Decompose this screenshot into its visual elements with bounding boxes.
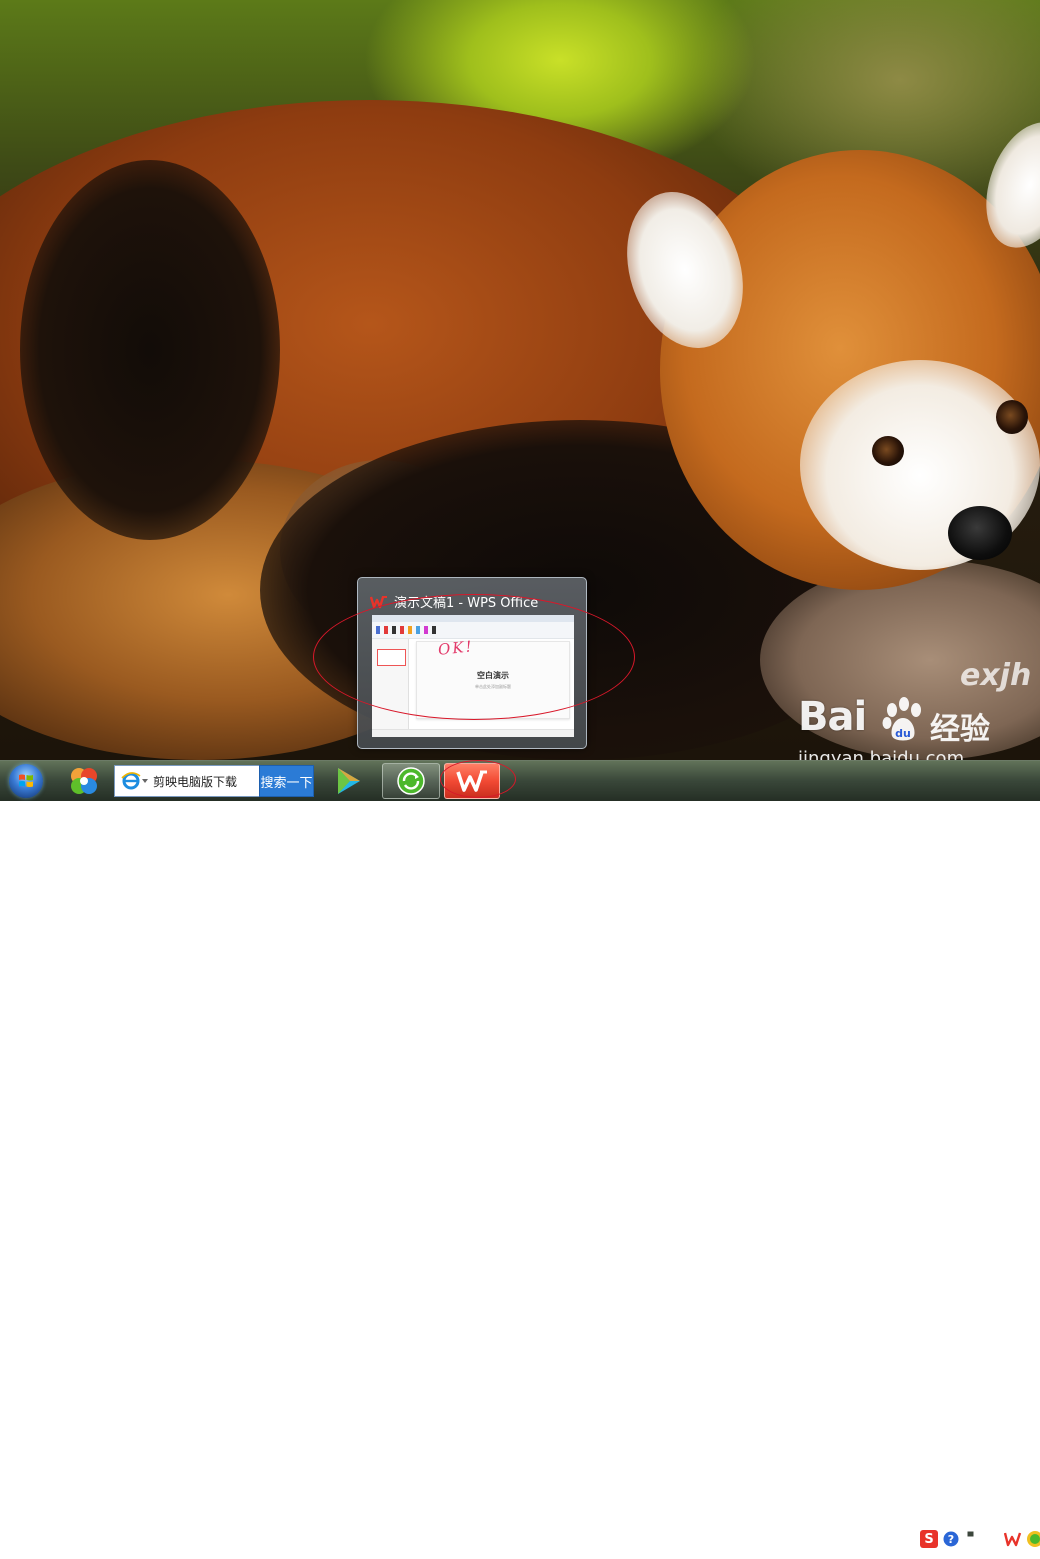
wps-office-icon: [456, 770, 487, 792]
wps-window-preview[interactable]: 演示文稿1 - WPS Office 空白演示 单击此处添加副标题 OK!: [357, 577, 587, 749]
handwritten-annotation: OK!: [437, 637, 475, 659]
search-input-value: 剪映电脑版下载: [153, 774, 238, 789]
preview-title: 演示文稿1 - WPS Office: [394, 596, 539, 611]
baidu-paw-icon: du: [878, 696, 928, 750]
thumb-tool-icon: [408, 626, 412, 634]
watermark-jingyan: 经验: [930, 712, 990, 747]
play-video-app-icon: [338, 768, 360, 794]
thumb-tool-icon: [416, 626, 420, 634]
thumb-slide-panel: [372, 639, 409, 729]
pinwheel-app-icon: [71, 768, 97, 794]
wps-office-icon: [370, 595, 387, 608]
thumb-toolbar: [372, 622, 574, 639]
sogou-input-icon[interactable]: S: [920, 1530, 938, 1548]
watermark-paw-text: du: [895, 727, 911, 740]
green-tray-icon[interactable]: [1026, 1530, 1040, 1548]
watermark-logo: Bai: [798, 694, 867, 740]
green-app-taskbar-button[interactable]: [382, 763, 440, 799]
thumb-tool-icon: [432, 626, 436, 634]
thumb-slide-1: [377, 649, 406, 666]
pinwheel-app-button[interactable]: [62, 763, 106, 799]
restore-window-icon[interactable]: [966, 1527, 978, 1539]
ie-browser-icon: [121, 772, 141, 790]
search-button[interactable]: 搜索一下: [259, 765, 314, 797]
thumb-tool-icon: [384, 626, 388, 634]
preview-header: 演示文稿1 - WPS Office: [370, 592, 538, 611]
thumb-slide-subtitle: 单击此处添加副标题: [475, 684, 511, 689]
thumb-tabbar: [372, 615, 574, 622]
search-input[interactable]: 剪映电脑版下载: [114, 765, 260, 797]
thumb-slide-title: 空白演示: [477, 671, 509, 680]
wps-office-taskbar-button[interactable]: [444, 763, 500, 799]
help-icon[interactable]: ?: [942, 1530, 960, 1548]
wallpaper-left-eye: [872, 436, 904, 466]
show-hidden-icons-arrow-icon[interactable]: [986, 1534, 996, 1544]
dropdown-arrow-icon: [142, 779, 148, 783]
thumb-tool-icon: [376, 626, 380, 634]
video-app-button[interactable]: [326, 763, 370, 799]
thumb-tool-icon: [392, 626, 396, 634]
wallpaper-right-eye: [996, 400, 1028, 434]
watermark-brand-text: exjh: [960, 658, 1032, 693]
windows-start-orb-icon: [9, 764, 43, 798]
thumb-tool-icon: [400, 626, 404, 634]
thumb-status-bar: [372, 729, 574, 737]
wps-tray-icon[interactable]: [1004, 1531, 1022, 1547]
start-button[interactable]: [2, 763, 50, 799]
taskbar: 剪映电脑版下载 搜索一下 S ?: [0, 760, 1040, 1549]
system-tray: S ?: [918, 1523, 1040, 1559]
wallpaper-dark-fur: [20, 160, 280, 540]
svg-text:?: ?: [948, 1533, 954, 1546]
green-refresh-app-icon: [397, 767, 425, 795]
thumb-tool-icon: [424, 626, 428, 634]
wallpaper-nose: [948, 506, 1012, 560]
preview-thumbnail[interactable]: 空白演示 单击此处添加副标题 OK!: [372, 615, 574, 737]
chevron-down-icon[interactable]: [968, 1543, 976, 1551]
